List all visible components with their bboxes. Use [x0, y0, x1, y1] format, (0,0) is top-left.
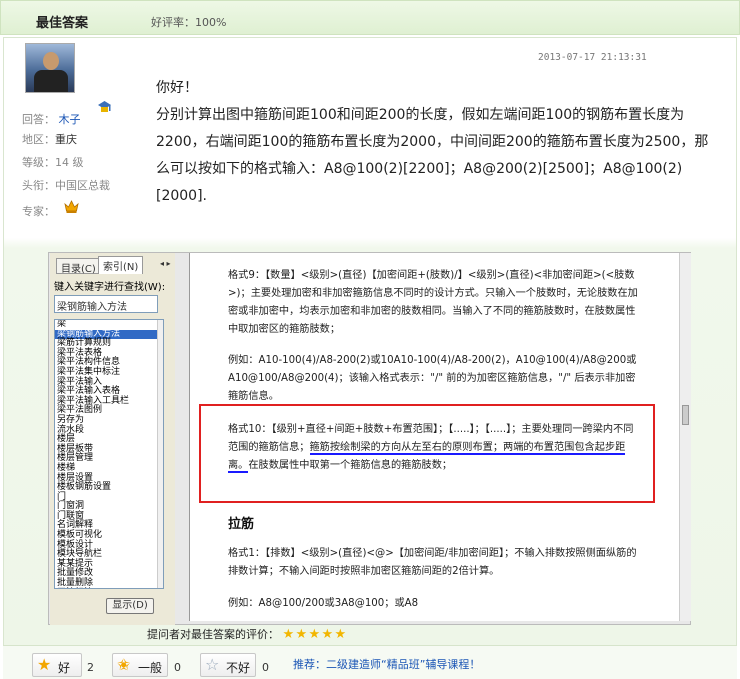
star-icon: ★: [282, 627, 295, 642]
doc-scrollbar[interactable]: [679, 253, 691, 621]
asker-rating: 提问者对最佳答案的评价： ★★★★★: [147, 627, 348, 642]
answer-body: 分别计算出图中箍筋间距100和间距200的长度，假如左端间距100的钢筋布置长度…: [156, 107, 709, 204]
help-document: 格式9：【数量】<级别>(直径)【加密间距+(肢数)/】<级别>(直径)<非加密…: [189, 253, 679, 621]
graduate-cap-icon: [97, 100, 112, 115]
best-answer-header: 最佳答案 好评率：100%: [0, 0, 740, 35]
help-screenshot: 目录(C) 索引(N) ◂ ▸ 键入关键字进行查找(W): 梁钢筋输入方法 梁梁…: [48, 252, 691, 625]
tab-toc[interactable]: 目录(C): [56, 258, 101, 275]
vote-average-count: 0: [174, 661, 181, 674]
vote-bad-count: 0: [262, 661, 269, 674]
positive-rate: 好评率：100%: [151, 16, 227, 29]
expert-row: 专家：: [22, 205, 55, 218]
vote-good-count: 2: [87, 661, 94, 674]
answerer-link[interactable]: 木子: [59, 113, 81, 126]
level-row: 等级：14 级: [22, 156, 84, 169]
star-icon: ★: [37, 655, 52, 674]
vote-good-button[interactable]: ★ 好: [32, 653, 82, 677]
tab-index[interactable]: 索引(N): [98, 256, 144, 274]
title-row: 头衔：中国区总裁: [22, 179, 110, 192]
keyword-label: 键入关键字进行查找(W):: [54, 282, 166, 293]
index-list-scrollbar[interactable]: [157, 320, 163, 588]
avatar[interactable]: [25, 43, 75, 93]
promo-link[interactable]: 推荐：二级建造师“精品班”辅导课程！: [293, 656, 480, 672]
doc-heading-lajin: 拉筋: [228, 517, 255, 532]
star-icon: ★: [334, 627, 347, 642]
crown-icon: [64, 199, 79, 214]
answer-greeting: 你好！: [156, 80, 198, 96]
help-index-pane: 目录(C) 索引(N) ◂ ▸ 键入关键字进行查找(W): 梁钢筋输入方法 梁梁…: [50, 253, 175, 625]
tab-scroll-arrows[interactable]: ◂ ▸: [160, 259, 171, 268]
doc-lajin-format1: 格式1：【排数】<级别>(直径)<@>【加密间距/非加密间距】；不输入排数按照侧…: [228, 548, 637, 577]
keyword-input[interactable]: 梁钢筋输入方法: [54, 295, 158, 313]
doc-example9: 例如：A10-100(4)/A8-200(2)或10A10-100(4)/A8-…: [228, 355, 637, 402]
answer-timestamp: 2013-07-17 21:13:31: [538, 52, 647, 63]
star-icon: ★: [321, 627, 334, 642]
region-row: 地区：重庆: [22, 133, 77, 146]
empty-star-icon: ☆: [205, 655, 220, 674]
vote-bad-button[interactable]: ☆ 不好: [200, 653, 256, 677]
doc-format10: 格式10：【级别+直径+间距+肢数+布置范围】；【.....】；【.....】；…: [228, 424, 634, 473]
show-button[interactable]: 显示(D): [106, 598, 154, 614]
star-icon: ★: [308, 627, 321, 642]
half-star-icon: ✬: [117, 655, 131, 674]
vote-average-button[interactable]: ✬ 一般: [112, 653, 168, 677]
answerer-row: 回答： 木子: [22, 113, 81, 126]
doc-format9: 格式9：【数量】<级别>(直径)【加密间距+(肢数)/】<级别>(直径)<非加密…: [228, 270, 638, 335]
best-answer-title: 最佳答案: [36, 16, 89, 31]
index-list-item[interactable]: 楼板钢筋设置: [55, 482, 163, 493]
doc-lajin-example: 例如：A8@100/200或3A8@100；或A8: [228, 598, 419, 609]
rating-stars: ★★★★★: [283, 628, 348, 641]
star-icon: ★: [295, 627, 308, 642]
index-list[interactable]: 梁梁钢筋输入方法 梁筋计算规则 梁平法表格 梁平法构件信息 梁平法集中标注 梁平法输入 梁平…: [54, 319, 164, 589]
answer-text: 你好！ 分别计算出图中箍筋间距100和间距200的长度，假如左端间距100的钢筋…: [156, 75, 711, 210]
